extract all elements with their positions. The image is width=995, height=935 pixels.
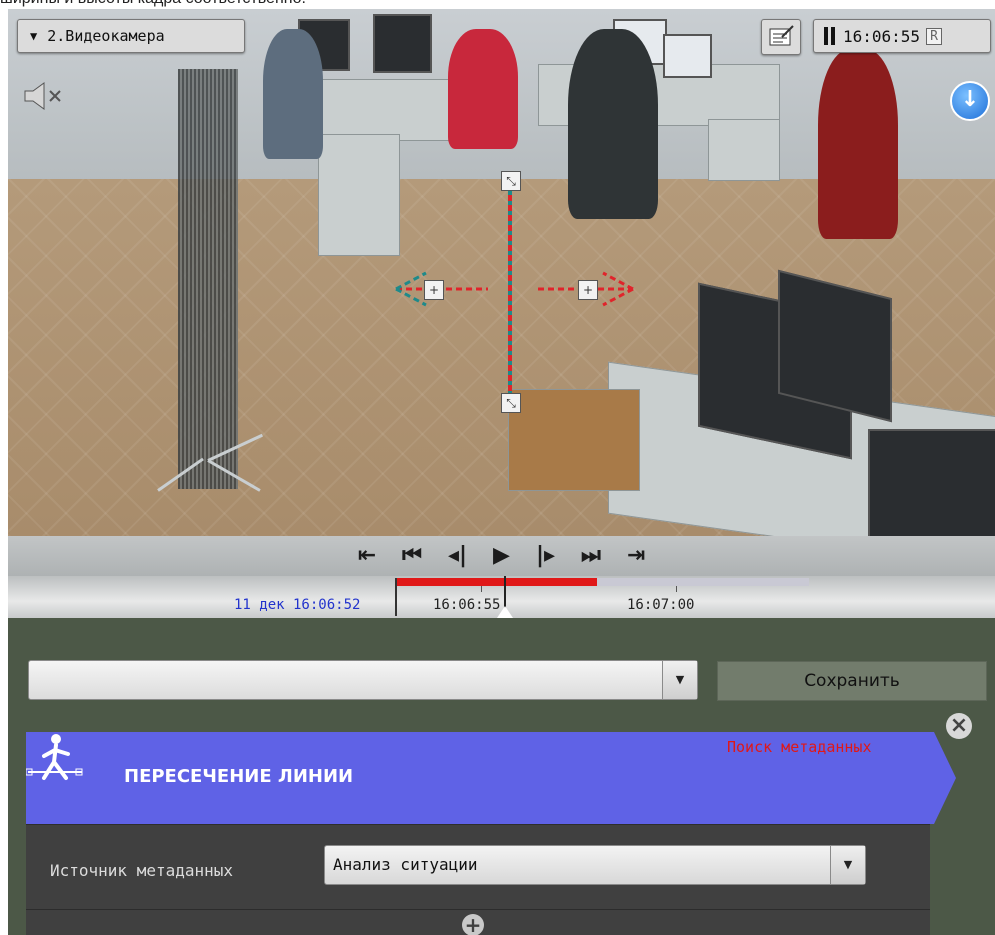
page-caption: ширины и высоты кадра соответственно. <box>0 0 306 8</box>
divider <box>26 909 930 910</box>
go-to-start-button[interactable]: ⇤ <box>358 545 376 567</box>
record-flag[interactable]: R <box>926 27 942 45</box>
timeline-cursor-handle[interactable] <box>497 606 513 618</box>
person <box>448 29 518 149</box>
camera-title: 2.Видеокамера <box>47 27 165 45</box>
close-icon[interactable]: × <box>946 713 972 739</box>
pause-icon[interactable] <box>824 27 835 45</box>
download-icon[interactable]: ↓ <box>950 81 990 121</box>
comment-button[interactable] <box>761 19 801 55</box>
fast-backward-button[interactable]: ⏮ <box>402 545 422 567</box>
timeline-tick <box>481 586 482 592</box>
step-backward-button[interactable]: ◂| <box>448 545 467 567</box>
person <box>818 49 898 239</box>
fast-forward-button[interactable]: ⏭ <box>581 545 601 567</box>
sort-down-icon[interactable]: ▼ <box>830 846 865 884</box>
line-endpoint-handle[interactable]: ⤡ <box>501 171 521 191</box>
playback-time-box[interactable]: 16:06:55 R <box>813 19 991 53</box>
current-time: 16:06:55 <box>843 26 921 46</box>
monitor <box>663 34 712 78</box>
monitor <box>373 14 432 73</box>
timeline-label: 16:07:00 <box>627 597 695 613</box>
camera-title-button[interactable]: ▼ 2.Видеокамера <box>17 19 245 53</box>
camera-view[interactable]: ⤡ ⤡ + + ▼ 2.Видеокамера 16:06:55 R ↓ <box>8 9 995 536</box>
metadata-source-label: Источник метаданных <box>50 861 234 880</box>
direction-toggle-right[interactable]: + <box>578 280 598 300</box>
timeline-start-marker <box>395 578 397 616</box>
direction-toggle-left[interactable]: + <box>424 280 444 300</box>
metadata-source-select[interactable]: Анализ ситуации ▼ <box>324 845 866 885</box>
rule-header[interactable]: ПЕРЕСЕЧЕНИЕ ЛИНИИ Поиск метаданных <box>26 732 956 824</box>
video-window: ⤡ ⤡ + + ▼ 2.Видеокамера 16:06:55 R ↓ ⇤ ⏮… <box>8 9 995 935</box>
desk-cabinet <box>318 134 400 256</box>
line-crossing-icon <box>26 734 83 780</box>
timeline-label: 16:06:55 <box>433 597 501 613</box>
add-icon[interactable]: + <box>462 914 484 935</box>
wooden-table <box>508 389 640 491</box>
rule-body: Источник метаданных Анализ ситуации ▼ + <box>26 824 930 935</box>
save-button[interactable]: Сохранить <box>717 661 987 701</box>
timeline-tick <box>676 586 677 592</box>
play-button[interactable]: ▶ <box>493 545 510 567</box>
metadata-search-link[interactable]: Поиск метаданных <box>727 738 872 756</box>
timeline-selected-range[interactable] <box>397 578 597 586</box>
person <box>263 29 323 159</box>
mute-icon[interactable] <box>22 81 66 111</box>
timeline-start-label: 11 дек 16:06:52 <box>234 597 361 613</box>
step-forward-button[interactable]: |▸ <box>536 545 555 567</box>
search-panel: ▼ Сохранить ПЕРЕСЕЧЕНИЕ ЛИНИИ Поиск мета… <box>8 618 995 935</box>
cable-stand <box>178 69 238 489</box>
go-to-end-button[interactable]: ⇥ <box>627 545 645 567</box>
note-icon <box>769 25 794 46</box>
timeline[interactable]: 11 дек 16:06:52 16:06:55 16:07:00 <box>8 576 995 618</box>
desk-cabinet <box>708 119 780 181</box>
sort-down-icon[interactable]: ▼ <box>662 661 697 699</box>
monitor <box>868 429 995 536</box>
rule-title: ПЕРЕСЕЧЕНИЕ ЛИНИИ <box>124 766 354 787</box>
person <box>568 29 658 219</box>
metadata-source-value: Анализ ситуации <box>333 855 478 874</box>
line-endpoint-handle[interactable]: ⤡ <box>501 393 521 413</box>
playback-controls: ⇤ ⏮ ◂| ▶ |▸ ⏭ ⇥ <box>8 536 995 576</box>
saved-search-combo[interactable]: ▼ <box>28 660 698 700</box>
sort-down-icon: ▼ <box>30 29 38 43</box>
